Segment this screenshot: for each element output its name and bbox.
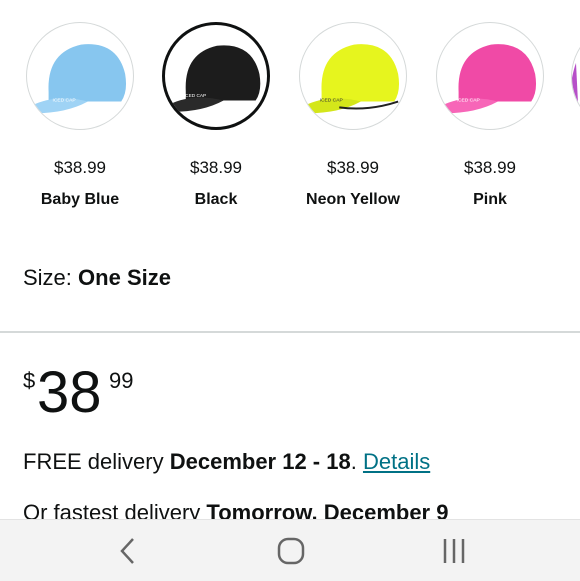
swatch-name: Pink xyxy=(473,191,507,208)
price-fraction: 99 xyxy=(109,368,134,393)
size-label: Size: xyxy=(23,265,72,290)
delivery-suffix: . xyxy=(350,449,357,474)
android-nav-bar xyxy=(0,519,580,581)
delivery-prefix: FREE delivery xyxy=(23,449,164,474)
back-chevron-icon xyxy=(120,538,134,564)
cap-image: ICED CAP xyxy=(304,44,400,114)
swatch-price: $38.99 xyxy=(327,158,379,177)
swatch-image-selected[interactable]: ICED CAP xyxy=(162,22,270,130)
divider xyxy=(0,331,580,333)
color-swatch-row: ICED CAP $38.99 Baby Blue ICED CAP $38.9… xyxy=(0,0,580,225)
recents-icon xyxy=(443,539,465,563)
swatch-partial[interactable] xyxy=(571,22,580,132)
home-icon xyxy=(277,537,305,565)
svg-text:ICED CAP: ICED CAP xyxy=(320,98,343,104)
svg-text:ICED CAP: ICED CAP xyxy=(457,98,480,104)
cap-image: ICED CAP xyxy=(441,44,537,114)
svg-text:ICED CAP: ICED CAP xyxy=(184,93,206,99)
swatch-name: Neon Yellow xyxy=(306,191,400,208)
swatch-price: $38.99 xyxy=(464,158,516,177)
swatch-price: $38.99 xyxy=(54,158,106,177)
swatch-name: Baby Blue xyxy=(40,191,120,208)
home-button[interactable] xyxy=(271,534,311,568)
swatch-image[interactable]: ICED CAP xyxy=(26,22,134,130)
cap-image xyxy=(572,63,578,103)
swatch-name: Black xyxy=(194,191,238,208)
swatch-image[interactable]: ICED CAP xyxy=(299,22,407,130)
price-currency: $ xyxy=(23,368,36,393)
cap-image: ICED CAP xyxy=(169,45,261,112)
recents-button[interactable] xyxy=(434,534,474,568)
size-value: One Size xyxy=(78,265,171,290)
price-whole: 38 xyxy=(37,360,102,425)
delivery-dates: December 12 - 18 xyxy=(169,449,351,474)
cap-image: ICED CAP xyxy=(31,44,127,114)
delivery-info: FREE delivery December 12 - 18. Details xyxy=(23,449,430,475)
details-link[interactable]: Details xyxy=(363,449,430,474)
size-selector[interactable]: Size: One Size xyxy=(23,265,171,291)
back-button[interactable] xyxy=(109,534,149,568)
svg-text:ICED CAP: ICED CAP xyxy=(53,98,76,104)
swatch-image[interactable]: ICED CAP xyxy=(436,22,544,130)
swatch-price: $38.99 xyxy=(190,158,242,177)
